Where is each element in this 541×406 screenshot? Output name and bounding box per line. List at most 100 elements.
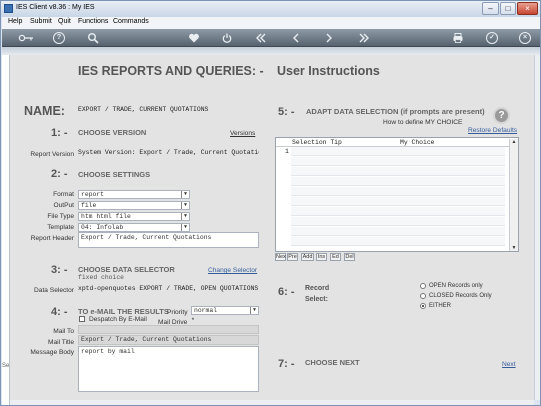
grid-row[interactable] xyxy=(291,167,505,176)
section7-title: CHOOSE NEXT xyxy=(305,358,360,367)
section4-title: TO e-MAIL THE RESULTS xyxy=(78,307,169,316)
filetype-value: htm html file xyxy=(81,213,131,220)
help-circle-icon[interactable]: ? xyxy=(493,107,510,124)
delete-row-button[interactable]: Del xyxy=(344,253,355,261)
despatch-checkbox[interactable] xyxy=(79,316,85,322)
priority-select[interactable]: normal ▼ xyxy=(191,306,259,315)
menu-submit[interactable]: Submit xyxy=(30,18,52,25)
radio-either[interactable] xyxy=(420,303,426,309)
data-selector-value: xptd-openquotes EXPORT / TRADE, OPEN QUO… xyxy=(78,285,259,292)
next-row-button[interactable]: Nex xyxy=(275,253,286,261)
radio-open-records-label: OPEN Records only xyxy=(429,283,483,289)
chevron-down-icon[interactable]: ▼ xyxy=(250,307,258,314)
versions-link[interactable]: Versions xyxy=(230,130,255,137)
radio-open-records[interactable] xyxy=(420,283,426,289)
grid-scrollbar[interactable]: ▲ ▼ xyxy=(509,139,518,251)
grid-row[interactable] xyxy=(291,197,505,206)
horizontal-scrollbar[interactable] xyxy=(10,400,534,405)
section2-title: CHOOSE SETTINGS xyxy=(78,170,151,179)
window-title: IES Client v8.36 : My IES xyxy=(16,4,95,11)
add-row-button[interactable]: Add xyxy=(301,253,314,261)
sidebar-label: Se xyxy=(2,363,10,369)
grid-row[interactable] xyxy=(291,177,505,186)
next-link[interactable]: Next xyxy=(502,361,516,368)
scroll-down-icon[interactable]: ▼ xyxy=(510,245,518,251)
section3-title: CHOOSE DATA SELECTOR xyxy=(78,265,175,274)
forward-icon[interactable] xyxy=(323,32,335,44)
mail-to-input[interactable] xyxy=(78,325,259,334)
priority-value: normal xyxy=(194,307,218,314)
toolbar: ? ✓ × xyxy=(2,29,540,47)
minimize-button[interactable]: – xyxy=(482,2,499,15)
record-select-title: Record xyxy=(305,285,330,292)
back-icon[interactable] xyxy=(290,32,302,44)
report-name: EXPORT / TRADE, CURRENT QUOTATIONS xyxy=(78,106,209,113)
previous-row-button[interactable]: Pre xyxy=(287,253,298,261)
vertical-scrollbar[interactable] xyxy=(534,55,540,400)
chevron-down-icon[interactable]: ▼ xyxy=(181,191,189,198)
grid-row[interactable] xyxy=(291,217,505,226)
message-body-input[interactable]: report by mail xyxy=(78,346,259,392)
heart-icon[interactable] xyxy=(188,32,200,44)
close-button[interactable]: × xyxy=(517,2,538,15)
output-label: OutPut xyxy=(53,202,74,209)
format-label: Format xyxy=(53,191,74,198)
search-icon[interactable] xyxy=(87,32,99,44)
title-bar[interactable]: IES Client v8.36 : My IES – □ × xyxy=(1,1,540,17)
section5-title: ADAPT DATA SELECTION (if prompts are pre… xyxy=(306,107,485,116)
section4-number: 4: - xyxy=(51,306,68,318)
radio-closed-records[interactable] xyxy=(420,293,426,299)
section2-number: 2: - xyxy=(51,168,68,180)
fast-forward-icon[interactable] xyxy=(358,32,370,44)
selection-grid[interactable]: Selection Tip My Choice 1 ▲ ▼ xyxy=(275,137,519,252)
grid-row[interactable] xyxy=(291,157,505,166)
format-select[interactable]: report ▼ xyxy=(78,190,190,199)
menu-help[interactable]: Help xyxy=(8,18,22,25)
change-selector-link[interactable]: Change Selector xyxy=(208,267,257,274)
section1-number: 1: - xyxy=(51,127,68,139)
report-version-value: System Version: Export / Trade, Current … xyxy=(78,149,259,156)
menu-functions[interactable]: Functions xyxy=(78,18,108,25)
grid-row[interactable] xyxy=(291,147,505,156)
template-select[interactable]: 04: Infolab ▼ xyxy=(78,223,190,232)
column-my-choice: My Choice xyxy=(400,139,435,146)
mail-title-label: Mail Title xyxy=(47,339,74,346)
report-header-input[interactable]: Export / Trade, Current Quotations xyxy=(78,232,259,248)
filetype-select[interactable]: htm html file ▼ xyxy=(78,212,190,221)
name-label: NAME: xyxy=(24,104,65,118)
mail-drive-value: * xyxy=(191,317,195,324)
edit-row-button[interactable]: Ed xyxy=(330,253,341,261)
despatch-label: Despatch By E-Mail xyxy=(89,316,147,323)
power-icon[interactable] xyxy=(221,32,233,44)
page-subtitle: User Instructions xyxy=(277,64,380,78)
chevron-down-icon[interactable]: ▼ xyxy=(181,202,189,209)
print-icon[interactable] xyxy=(452,32,464,44)
restore-defaults-link[interactable]: Restore Defaults xyxy=(468,127,517,134)
chevron-down-icon[interactable]: ▼ xyxy=(181,224,189,231)
rewind-icon[interactable] xyxy=(255,32,267,44)
template-value: 04: Infolab xyxy=(81,224,124,231)
key-icon[interactable] xyxy=(18,32,34,44)
template-label: Template xyxy=(47,224,74,231)
chevron-down-icon[interactable]: ▼ xyxy=(181,213,189,220)
confirm-icon[interactable]: ✓ xyxy=(486,32,498,44)
cancel-icon[interactable]: × xyxy=(519,32,531,44)
menu-commands[interactable]: Commands xyxy=(113,18,149,25)
maximize-button[interactable]: □ xyxy=(500,2,516,15)
grid-row[interactable] xyxy=(291,227,505,236)
help-icon[interactable]: ? xyxy=(53,32,65,44)
format-value: report xyxy=(81,191,105,198)
mail-title-input[interactable]: Export / Trade, Current Quotations xyxy=(78,335,259,345)
insert-row-button[interactable]: Ins xyxy=(316,253,327,261)
grid-row[interactable] xyxy=(291,207,505,216)
menu-quit[interactable]: Quit xyxy=(58,18,71,25)
app-icon xyxy=(4,4,13,13)
toolbar-divider xyxy=(2,47,540,55)
scroll-up-icon[interactable]: ▲ xyxy=(510,139,518,145)
grid-row[interactable] xyxy=(291,187,505,196)
section7-number: 7: - xyxy=(278,358,295,370)
grid-row[interactable] xyxy=(291,237,505,246)
section1-title: CHOOSE VERSION xyxy=(78,128,147,137)
define-my-choice-link[interactable]: How to define MY CHOICE xyxy=(383,119,462,126)
output-select[interactable]: file ▼ xyxy=(78,201,190,210)
